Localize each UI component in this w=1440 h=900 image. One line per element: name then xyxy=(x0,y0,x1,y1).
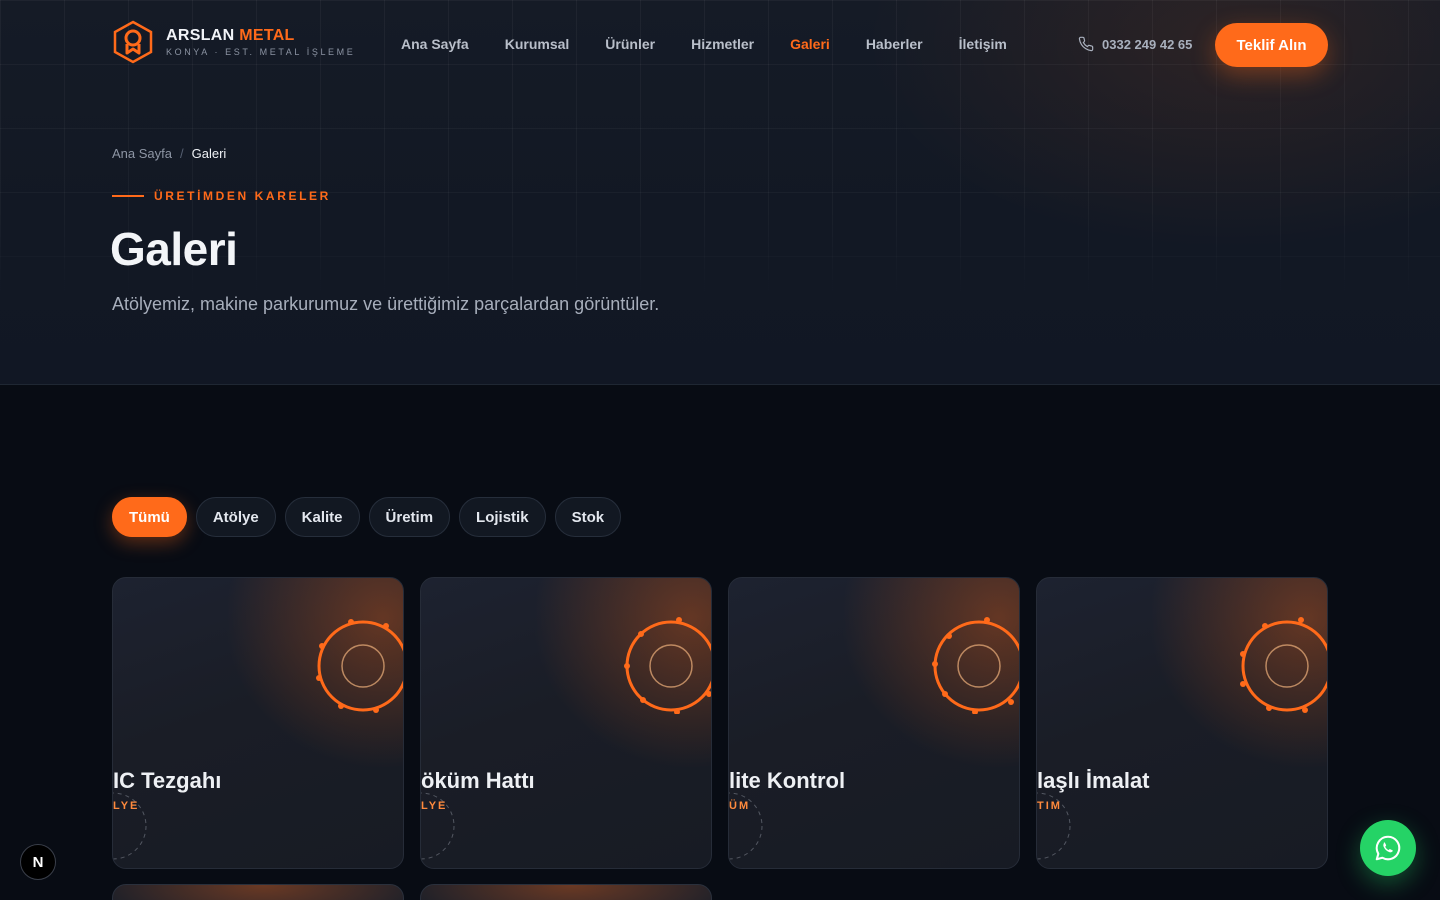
page-subtitle: Atölyemiz, makine parkurumuz ve ürettiği… xyxy=(112,294,660,314)
card-title: IC Tezgahı xyxy=(113,768,222,793)
site-header: ARSLAN METAL KONYA · EST. METAL İŞLEME A… xyxy=(0,0,1440,90)
gear-icon xyxy=(624,617,711,714)
phone-number: 0332 249 42 65 xyxy=(1102,36,1193,52)
filter-kalite[interactable]: Kalite xyxy=(284,497,360,537)
card-category: TIM xyxy=(1037,800,1062,812)
gallery-card[interactable]: laşlı İmalat TIM xyxy=(1036,577,1328,869)
card-category: ÜM xyxy=(729,800,751,812)
filter-tumu[interactable]: Tümü xyxy=(112,497,187,537)
eyebrow-line xyxy=(112,195,144,197)
card-title: lite Kontrol xyxy=(729,768,846,793)
breadcrumb-current: Galeri xyxy=(191,146,227,161)
whatsapp-icon xyxy=(1375,835,1401,861)
phone-icon xyxy=(1078,36,1094,52)
page-title: Galeri xyxy=(110,223,238,275)
card-category: LYE xyxy=(421,800,448,812)
breadcrumb-separator: / xyxy=(180,146,184,161)
get-quote-button[interactable]: Teklif Alın xyxy=(1215,23,1328,67)
card-title: öküm Hattı xyxy=(421,768,535,793)
nav-item-urunler[interactable]: Ürünler xyxy=(605,36,655,52)
nav-item-kurumsal[interactable]: Kurumsal xyxy=(505,36,570,52)
gallery-card[interactable]: IC Tezgahı LYE xyxy=(112,577,404,869)
brand-name: ARSLAN METAL xyxy=(166,27,295,44)
nav-item-ana-sayfa[interactable]: Ana Sayfa xyxy=(401,36,469,52)
nav-item-galeri[interactable]: Galeri xyxy=(790,36,830,52)
page-hero: ARSLAN METAL KONYA · EST. METAL İŞLEME A… xyxy=(0,0,1440,385)
filter-lojistik[interactable]: Lojistik xyxy=(459,497,546,537)
filter-uretim[interactable]: Üretim xyxy=(368,497,451,537)
whatsapp-button[interactable] xyxy=(1360,820,1416,876)
header-phone-link[interactable]: 0332 249 42 65 xyxy=(1078,36,1192,52)
nav-item-hizmetler[interactable]: Hizmetler xyxy=(691,36,754,52)
brand-logo[interactable]: ARSLAN METAL KONYA · EST. METAL İŞLEME xyxy=(112,20,355,64)
eyebrow-text: ÜRETİMDEN KARELER xyxy=(154,189,331,203)
card-title: laşlı İmalat xyxy=(1037,768,1150,793)
gallery-card[interactable]: öküm Hattı LYE xyxy=(420,577,712,869)
brand-tagline: KONYA · EST. METAL İŞLEME xyxy=(166,47,356,57)
gallery-card[interactable] xyxy=(112,884,404,900)
logo-hexagon-icon xyxy=(113,20,153,64)
breadcrumb: Ana Sayfa / Galeri xyxy=(112,146,226,161)
gallery-filter-bar: Tümü Atölye Kalite Üretim Lojistik Stok xyxy=(112,497,622,537)
gallery-card[interactable]: lite Kontrol ÜM xyxy=(728,577,1020,869)
main-nav: Ana Sayfa Kurumsal Ürünler Hizmetler Gal… xyxy=(401,36,1007,52)
gallery-card[interactable] xyxy=(420,884,712,900)
dev-tools-badge[interactable]: N xyxy=(20,844,56,880)
gear-icon xyxy=(932,617,1019,714)
gallery-grid: IC Tezgahı LYE öküm Hattı LYE lite Kontr… xyxy=(112,577,1328,869)
card-category: LYE xyxy=(113,800,140,812)
nav-item-iletisim[interactable]: İletişim xyxy=(959,36,1007,52)
hero-eyebrow: ÜRETİMDEN KARELER xyxy=(112,189,331,203)
gallery-grid-row-2 xyxy=(112,884,712,900)
gear-icon xyxy=(1240,617,1327,713)
nav-item-haberler[interactable]: Haberler xyxy=(866,36,923,52)
breadcrumb-home-link[interactable]: Ana Sayfa xyxy=(112,146,172,161)
gear-icon xyxy=(316,619,403,713)
filter-atolye[interactable]: Atölye xyxy=(195,497,276,537)
filter-stok[interactable]: Stok xyxy=(554,497,622,537)
